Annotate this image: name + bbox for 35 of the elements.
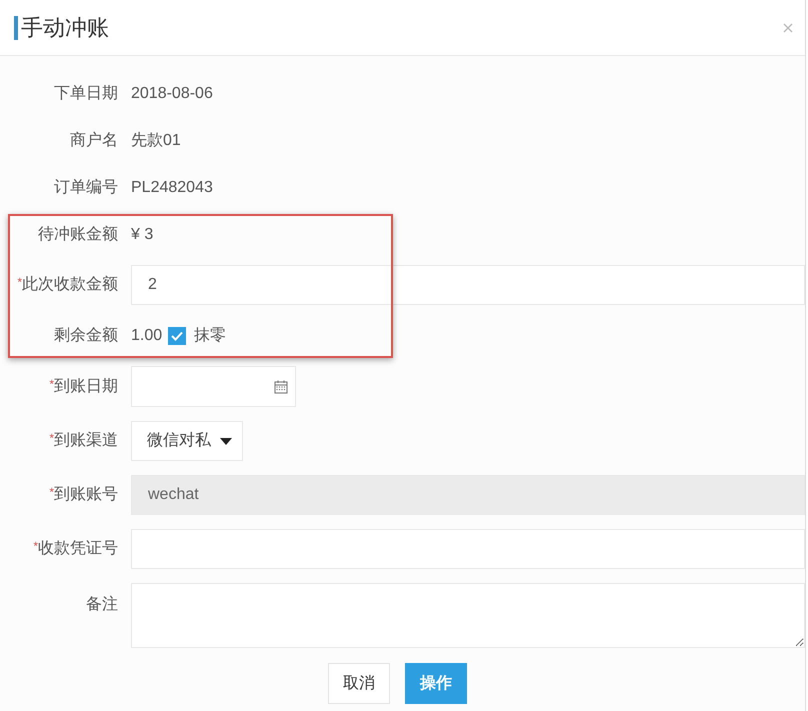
field-label: 到账渠道	[54, 430, 118, 451]
field-label: 到账日期	[54, 376, 118, 396]
title-accent-bar	[14, 16, 18, 40]
select-field[interactable]: 微信对私	[131, 421, 243, 461]
field-label: 待冲账金额	[38, 224, 118, 244]
field-label: 此次收款金额	[22, 274, 118, 295]
field-value: 先款01	[131, 130, 181, 150]
close-icon[interactable]	[783, 22, 793, 32]
required-asterisk: *	[33, 540, 38, 552]
cancel-button[interactable]: 取消	[328, 663, 390, 704]
field-label: 下单日期	[54, 84, 118, 104]
field-label: 订单编号	[54, 178, 118, 198]
field-value: 2018-08-06	[131, 84, 213, 104]
required-asterisk: *	[49, 432, 54, 444]
field-label: 商户名	[70, 130, 118, 150]
checkbox-label[interactable]: 抹零	[194, 324, 226, 348]
date-field[interactable]	[131, 366, 296, 407]
field-value: 1.00	[131, 326, 162, 346]
field-label: 剩余金额	[54, 326, 118, 346]
textarea-field[interactable]	[131, 583, 805, 648]
field-value: ¥ 3	[131, 224, 154, 244]
input-field[interactable]: 2	[131, 265, 805, 305]
required-asterisk: *	[49, 486, 54, 498]
input-field[interactable]	[131, 529, 805, 569]
field-label: 备注	[86, 594, 118, 615]
required-asterisk: *	[17, 276, 22, 288]
checkbox[interactable]	[168, 326, 186, 344]
check-icon	[171, 330, 184, 340]
dialog-title: 手动冲账	[21, 14, 109, 42]
caret-icon	[220, 438, 232, 444]
field-label: 到账账号	[54, 485, 118, 505]
field-value: PL2482043	[131, 178, 213, 198]
calendar-icon	[274, 380, 288, 394]
field-label: 收款凭证号	[38, 539, 118, 559]
required-asterisk: *	[49, 378, 54, 390]
